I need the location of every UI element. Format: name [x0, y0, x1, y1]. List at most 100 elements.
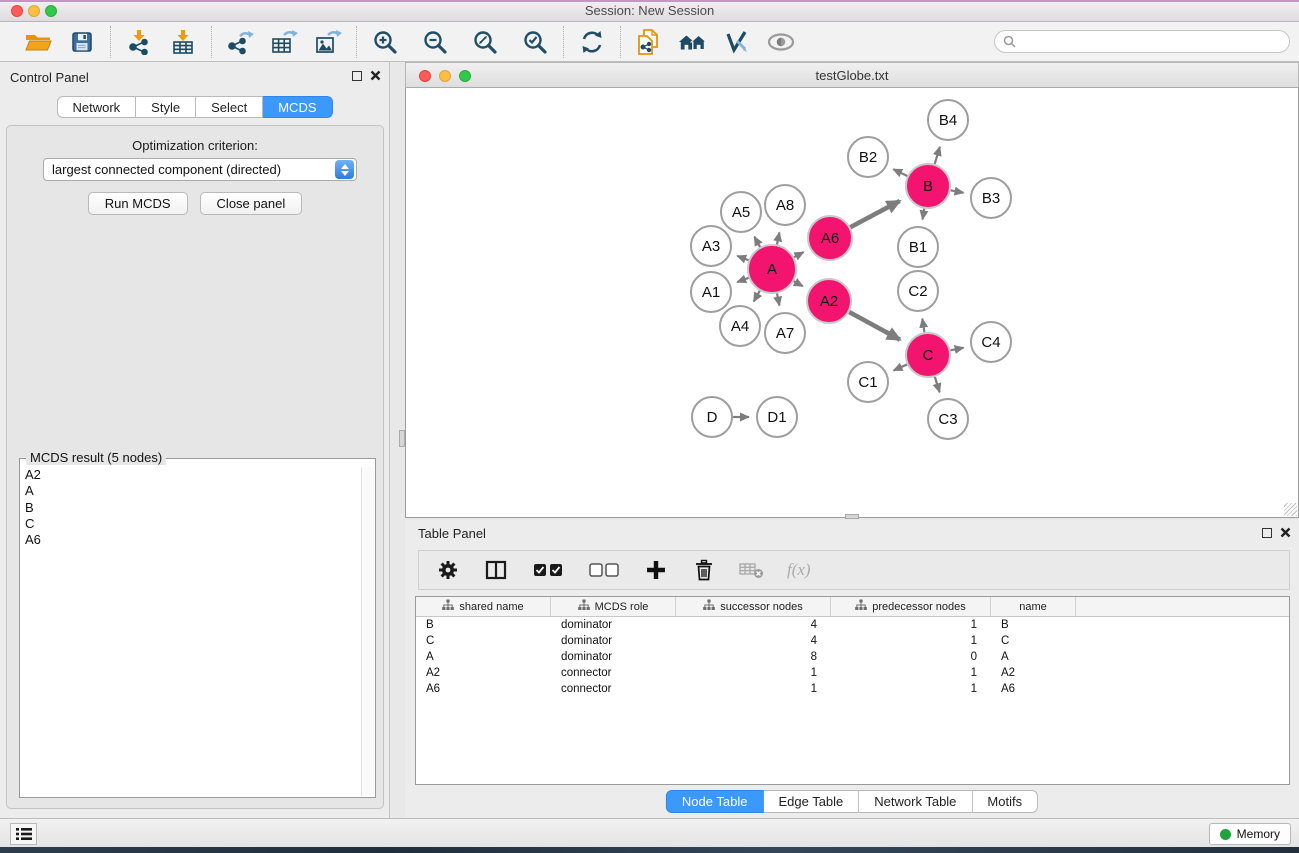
search-field[interactable]	[994, 30, 1290, 53]
column-header-predecessor-nodes[interactable]: predecessor nodes	[831, 597, 991, 616]
edge-A-A5[interactable]	[754, 237, 760, 247]
zoom-selected-icon[interactable]	[520, 27, 550, 57]
node-A8[interactable]: A8	[765, 185, 805, 225]
tab-style[interactable]: Style	[136, 96, 196, 118]
table-cell[interactable]: 0	[831, 649, 991, 665]
table-cell[interactable]: connector	[551, 681, 676, 697]
table-cell[interactable]: 8	[676, 649, 831, 665]
column-header-successor-nodes[interactable]: successor nodes	[676, 597, 831, 616]
result-item[interactable]: A2	[21, 467, 361, 483]
table-cell[interactable]: C	[991, 633, 1076, 649]
edge-C-C3[interactable]	[935, 377, 940, 392]
export-image-icon[interactable]	[313, 27, 343, 57]
table-row[interactable]: A6connector11A6	[416, 681, 1289, 697]
node-A2[interactable]: A2	[807, 279, 851, 323]
network-graph[interactable]: AA1A2A3A4A5A6A7A8BB1B2B3B4CC1C2C3C4DD1	[406, 88, 1298, 516]
vizmapper-icon[interactable]	[722, 27, 752, 57]
table-cell[interactable]: 1	[831, 617, 991, 633]
home-cybrowser-icon[interactable]	[678, 27, 708, 57]
result-item[interactable]: C	[21, 516, 361, 532]
tab-mcds[interactable]: MCDS	[263, 96, 332, 118]
table-cell[interactable]: 1	[831, 633, 991, 649]
table-cell[interactable]: B	[991, 617, 1076, 633]
tab-edge-table[interactable]: Edge Table	[763, 790, 859, 813]
export-table-icon[interactable]	[269, 27, 299, 57]
network-window-titlebar[interactable]: testGlobe.txt	[405, 62, 1299, 88]
table-cell[interactable]: A2	[991, 665, 1076, 681]
save-session-icon[interactable]	[67, 27, 97, 57]
node-B[interactable]: B	[906, 164, 950, 208]
tab-select[interactable]: Select	[196, 96, 263, 118]
table-cell[interactable]: dominator	[551, 617, 676, 633]
split-panel-icon[interactable]	[483, 557, 509, 583]
table-cell[interactable]: C	[416, 633, 551, 649]
table-cell[interactable]: A	[991, 649, 1076, 665]
table-row[interactable]: A2connector11A2	[416, 665, 1289, 681]
show-graphics-details-icon[interactable]	[766, 27, 796, 57]
memory-button[interactable]: Memory	[1209, 823, 1291, 845]
close-table-panel-icon[interactable]	[1280, 527, 1291, 538]
edge-C-C4[interactable]	[951, 348, 964, 351]
node-A7[interactable]: A7	[765, 313, 805, 353]
clone-network-icon[interactable]	[634, 27, 664, 57]
edge-A2-C[interactable]	[849, 312, 900, 340]
edge-A-A6[interactable]	[794, 252, 803, 257]
task-history-button[interactable]	[10, 823, 37, 845]
node-B2[interactable]: B2	[848, 137, 888, 177]
node-A3[interactable]: A3	[691, 226, 731, 266]
edge-C-C2[interactable]	[922, 319, 924, 333]
node-D1[interactable]: D1	[757, 397, 797, 437]
edge-B-B2[interactable]	[893, 169, 907, 176]
export-network-icon[interactable]	[225, 27, 255, 57]
table-cell[interactable]: A6	[416, 681, 551, 697]
column-header-shared-name[interactable]: shared name	[416, 597, 551, 616]
node-table[interactable]: shared nameMCDS rolesuccessor nodesprede…	[415, 596, 1290, 785]
zoom-out-icon[interactable]	[420, 27, 450, 57]
tab-node-table[interactable]: Node Table	[666, 790, 764, 813]
table-cell[interactable]: B	[416, 617, 551, 633]
result-scrollbar[interactable]	[361, 467, 374, 796]
delete-column-trash-icon[interactable]	[691, 557, 717, 583]
edge-A-A2[interactable]	[794, 281, 803, 286]
edge-A-A1[interactable]	[737, 278, 748, 282]
table-cell[interactable]: dominator	[551, 649, 676, 665]
node-A4[interactable]: A4	[720, 306, 760, 346]
node-C1[interactable]: C1	[848, 362, 888, 402]
float-table-panel-icon[interactable]	[1262, 528, 1272, 538]
criterion-select[interactable]: largest connected component (directed)	[43, 158, 357, 181]
edge-B-B4[interactable]	[935, 147, 940, 164]
table-cell[interactable]: 4	[676, 617, 831, 633]
node-B3[interactable]: B3	[971, 178, 1011, 218]
node-B4[interactable]: B4	[928, 100, 968, 140]
search-input[interactable]	[1020, 34, 1289, 50]
table-cell[interactable]: 1	[831, 681, 991, 697]
edge-A-A7[interactable]	[777, 293, 779, 305]
edge-A6-B[interactable]	[850, 201, 899, 227]
column-header-MCDS-role[interactable]: MCDS role	[551, 597, 676, 616]
table-cell[interactable]: 4	[676, 633, 831, 649]
edge-B-B3[interactable]	[951, 190, 964, 192]
edge-B-B1[interactable]	[923, 209, 925, 220]
table-cell[interactable]: connector	[551, 665, 676, 681]
tab-network-table[interactable]: Network Table	[859, 790, 972, 813]
float-panel-icon[interactable]	[352, 71, 362, 81]
unselect-all-columns-icon[interactable]	[587, 557, 621, 583]
tab-motifs[interactable]: Motifs	[972, 790, 1038, 813]
node-C4[interactable]: C4	[971, 322, 1011, 362]
table-row[interactable]: Bdominator41B	[416, 617, 1289, 633]
node-A6[interactable]: A6	[808, 216, 852, 260]
node-A5[interactable]: A5	[721, 192, 761, 232]
zoom-fit-icon[interactable]	[470, 27, 500, 57]
table-cell[interactable]: A2	[416, 665, 551, 681]
edge-C-C1[interactable]	[894, 364, 907, 370]
close-panel-icon[interactable]	[370, 70, 381, 81]
edge-A-A4[interactable]	[754, 291, 760, 302]
node-C2[interactable]: C2	[898, 271, 938, 311]
node-A1[interactable]: A1	[691, 272, 731, 312]
select-all-columns-icon[interactable]	[531, 557, 565, 583]
column-header-name[interactable]: name	[991, 597, 1076, 616]
edge-A-A3[interactable]	[737, 256, 748, 260]
close-panel-button[interactable]: Close panel	[200, 192, 303, 215]
tab-network[interactable]: Network	[56, 96, 136, 118]
refresh-icon[interactable]	[577, 27, 607, 57]
